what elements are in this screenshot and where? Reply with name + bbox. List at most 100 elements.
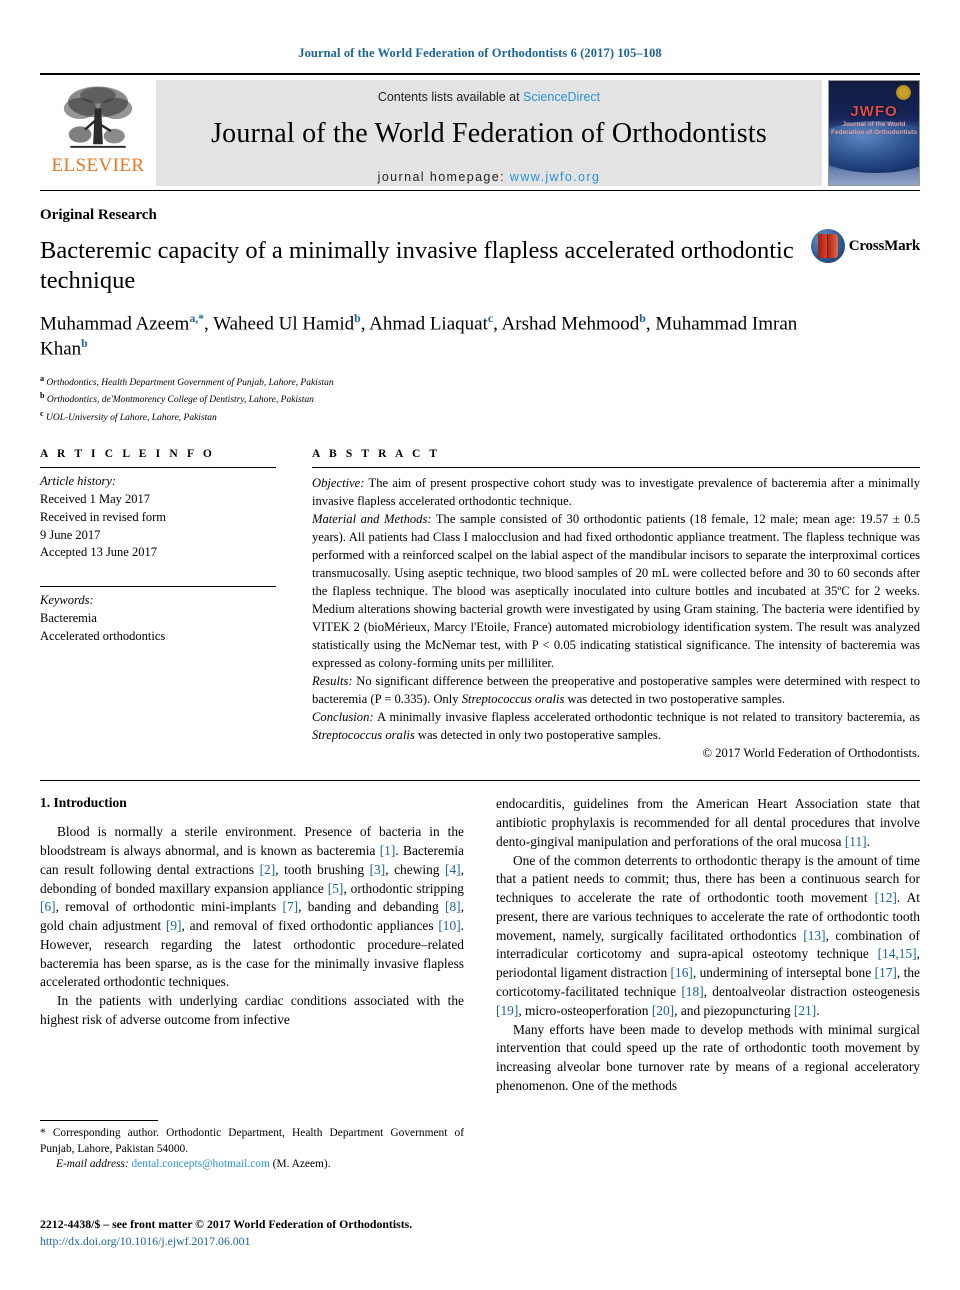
affiliation-item: c UOL-University of Lahore, Lahore, Paki… bbox=[40, 409, 217, 424]
homepage-line: journal homepage: www.jwfo.org bbox=[162, 170, 816, 184]
article-info-heading: A R T I C L E I N F O bbox=[40, 448, 215, 461]
abstract-results-organism: Streptococcus oralis bbox=[461, 692, 565, 707]
abstract-methods-text: The sample consisted of 30 orthodontic p… bbox=[312, 512, 920, 671]
sciencedirect-link[interactable]: ScienceDirect bbox=[523, 90, 600, 104]
doi-link[interactable]: http://dx.doi.org/10.1016/j.ejwf.2017.06… bbox=[40, 1234, 250, 1248]
abstract-column: A B S T R A C T Objective: The aim of pr… bbox=[312, 448, 920, 762]
contents-prefix: Contents lists available at bbox=[377, 90, 524, 104]
abstract-objective: Objective: The aim of present prospectiv… bbox=[312, 474, 920, 510]
email-link[interactable]: dental.concepts@hotmail.com bbox=[132, 1158, 270, 1170]
intro-paragraph-1: Blood is normally a sterile environment.… bbox=[40, 824, 465, 990]
citation-ref[interactable]: [3] bbox=[370, 862, 386, 877]
intro-paragraph-5: Many efforts have been made to develop m… bbox=[496, 1021, 920, 1093]
issn-copyright-block: 2212-4438/$ – see front matter © 2017 Wo… bbox=[40, 1216, 500, 1250]
abstract-methods: Material and Methods: The sample consist… bbox=[312, 510, 920, 672]
keywords-block: Keywords: Bacteremia Accelerated orthodo… bbox=[40, 587, 276, 645]
citation-ref[interactable]: [4] bbox=[445, 862, 461, 877]
citation-ref[interactable]: [8] bbox=[445, 899, 461, 914]
citation-ref[interactable]: [20] bbox=[652, 1003, 674, 1018]
citation-ref[interactable]: [6] bbox=[40, 899, 56, 914]
corresponding-author-note: * Corresponding author. Orthodontic Depa… bbox=[40, 1127, 464, 1155]
abstract-results-label: Results: bbox=[312, 674, 353, 689]
crossmark-book-icon bbox=[817, 234, 838, 258]
citation-ref[interactable]: [10] bbox=[438, 918, 460, 933]
citation-ref[interactable]: [1] bbox=[380, 843, 396, 858]
abstract-results-text2: was detected in two postoperative sample… bbox=[564, 692, 786, 707]
crossmark-badge[interactable]: CrossMark bbox=[810, 229, 920, 263]
citation-ref[interactable]: [18] bbox=[681, 984, 703, 999]
intro-paragraph-4: One of the common deterrents to orthodon… bbox=[496, 852, 921, 1018]
abstract-objective-text: The aim of present prospective cohort st… bbox=[312, 476, 920, 509]
history-item: Received in revised form bbox=[40, 509, 166, 524]
citation-ref[interactable]: [7] bbox=[283, 899, 299, 914]
page-title: Bacteremic capacity of a minimally invas… bbox=[40, 237, 794, 295]
article-info-column: A R T I C L E I N F O Article history: R… bbox=[40, 448, 276, 762]
article-type: Original Research bbox=[40, 207, 157, 223]
abstract-conclusion-organism: Streptococcus oralis bbox=[312, 728, 415, 743]
article-history: Article history: Received 1 May 2017 Rec… bbox=[40, 468, 276, 562]
elsevier-tree-icon bbox=[63, 86, 133, 148]
keyword-item: Accelerated orthodontics bbox=[40, 628, 166, 643]
citation-ref[interactable]: [21] bbox=[794, 1003, 816, 1018]
citation-ref[interactable]: [12] bbox=[875, 890, 897, 905]
intro-paragraph-3: endocarditis, guidelines from the Americ… bbox=[496, 796, 920, 849]
history-item: 9 June 2017 bbox=[40, 527, 101, 542]
journal-article-page: Journal of the World Federation of Ortho… bbox=[0, 0, 960, 1290]
abstract-objective-label: Objective: bbox=[312, 476, 365, 491]
section-heading-introduction: 1. Introduction bbox=[40, 795, 127, 811]
crossmark-label: CrossMark bbox=[848, 237, 920, 254]
footnote-rule bbox=[40, 1120, 158, 1121]
intro-paragraph-2: In the patients with underlying cardiac … bbox=[40, 993, 464, 1027]
masthead-rule-bottom bbox=[40, 190, 920, 191]
citation-ref[interactable]: [13] bbox=[803, 928, 825, 943]
cover-seal-icon bbox=[896, 85, 911, 100]
cover-subtitle-line1: Journal of the World bbox=[842, 121, 906, 128]
affiliation-text: UOL-University of Lahore, Lahore, Pakist… bbox=[45, 413, 217, 424]
abstract-heading: A B S T R A C T bbox=[312, 448, 441, 461]
affiliation-text: Orthodontics, Health Department Governme… bbox=[46, 377, 334, 388]
abstract-conclusion-text: A minimally invasive flapless accelerate… bbox=[373, 710, 920, 725]
email-label: E-mail address: bbox=[56, 1158, 129, 1171]
citation-ref[interactable]: [14,15] bbox=[878, 946, 917, 961]
header-rule-top bbox=[40, 73, 920, 75]
article-header: Original Research CrossMark Bacteremic c… bbox=[40, 207, 920, 426]
abstract-copyright: © 2017 World Federation of Orthodontists… bbox=[702, 746, 921, 761]
email-note: E-mail address: dental.concepts@hotmail.… bbox=[40, 1157, 464, 1173]
running-head: Journal of the World Federation of Ortho… bbox=[298, 46, 662, 60]
journal-title: Journal of the World Federation of Ortho… bbox=[211, 118, 767, 149]
affiliation-item: b Orthodontics, de'Montmorency College o… bbox=[40, 391, 314, 406]
citation-ref[interactable]: [19] bbox=[496, 1003, 518, 1018]
affiliation-list: a Orthodontics, Health Department Govern… bbox=[40, 373, 800, 427]
cover-subtitle: Journal of the World Federation of Ortho… bbox=[829, 121, 919, 137]
journal-cover-thumbnail: JWFO Journal of the World Federation of … bbox=[828, 80, 920, 186]
journal-masthead: ELSEVIER Contents lists available at Sci… bbox=[40, 80, 920, 186]
issn-line: 2212-4438/$ – see front matter © 2017 Wo… bbox=[40, 1217, 413, 1231]
abstract-methods-label: Material and Methods: bbox=[312, 512, 432, 527]
abstract-results: Results: No significant difference betwe… bbox=[312, 672, 920, 708]
abstract-conclusion-label: Conclusion: bbox=[312, 710, 374, 725]
body-separator-rule bbox=[40, 780, 920, 782]
footnote-block: * Corresponding author. Orthodontic Depa… bbox=[40, 1120, 464, 1173]
keyword-item: Bacteremia bbox=[40, 610, 97, 625]
contents-line: Contents lists available at ScienceDirec… bbox=[162, 90, 816, 104]
crossmark-icon bbox=[810, 229, 845, 263]
journal-homepage-link[interactable]: www.jwfo.org bbox=[510, 170, 600, 184]
info-abstract-region: A R T I C L E I N F O Article history: R… bbox=[40, 448, 920, 762]
email-suffix: (M. Azeem). bbox=[269, 1158, 331, 1171]
homepage-prefix: journal homepage: bbox=[377, 170, 510, 184]
body-column-left: 1. Introduction Blood is normally a ster… bbox=[40, 795, 464, 1095]
abstract-conclusion: Conclusion: A minimally invasive flaples… bbox=[312, 708, 920, 744]
citation-ref[interactable]: [2] bbox=[260, 862, 276, 877]
affiliation-text: Orthodontics, de'Montmorency College of … bbox=[46, 395, 314, 406]
article-history-label: Article history: bbox=[40, 474, 117, 489]
citation-ref[interactable]: [17] bbox=[875, 965, 897, 980]
citation-ref[interactable]: [9] bbox=[166, 918, 182, 933]
citation-ref[interactable]: [5] bbox=[328, 881, 344, 896]
elsevier-logo: ELSEVIER bbox=[40, 80, 156, 186]
history-item: Accepted 13 June 2017 bbox=[40, 545, 157, 560]
citation-ref[interactable]: [11] bbox=[845, 834, 867, 849]
keywords-label: Keywords: bbox=[40, 593, 94, 608]
cover-image: JWFO Journal of the World Federation of … bbox=[828, 80, 920, 186]
citation-ref[interactable]: [16] bbox=[671, 965, 693, 980]
